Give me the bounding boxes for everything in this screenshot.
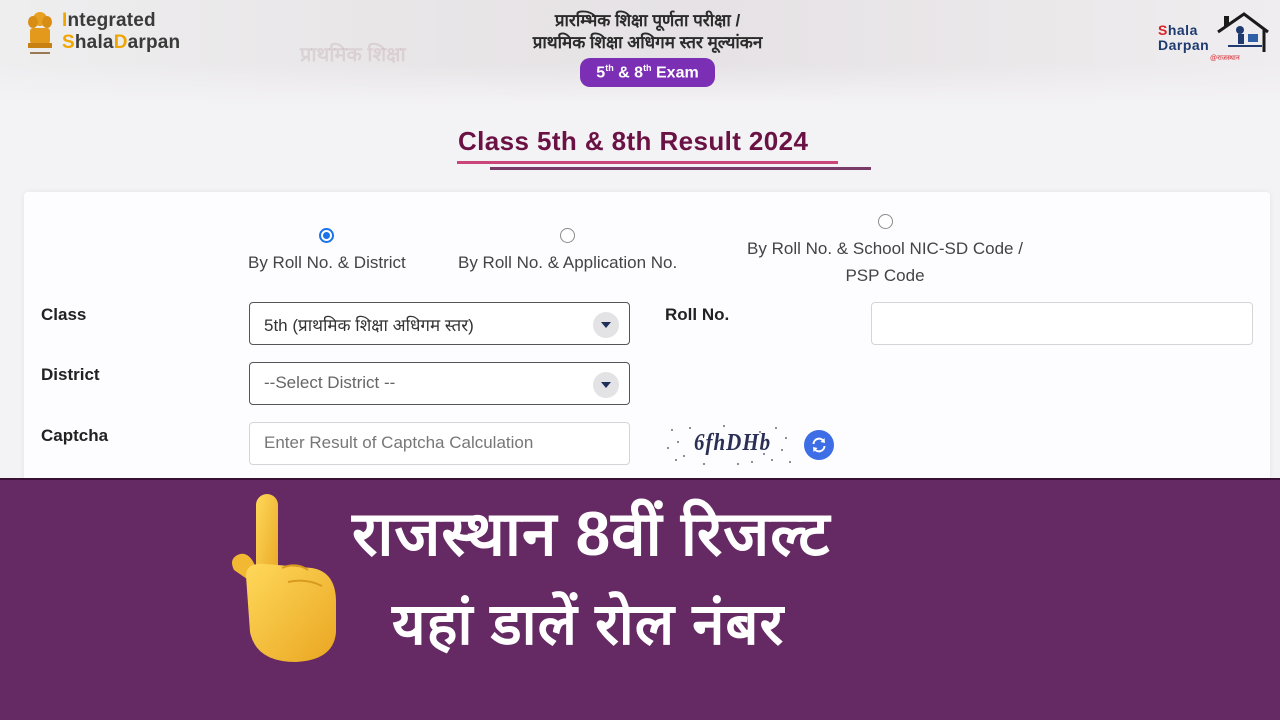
badge-exam-label: Exam: [651, 64, 699, 82]
banner-subheadline: यहां डालें रोल नंबर: [392, 592, 785, 657]
search-mode-label: By Roll No. & Application No.: [458, 253, 678, 272]
hindi-title-line-2: प्राथमिक शिक्षा अधिगम स्तर मूल्यांकन: [532, 33, 763, 52]
roll-no-input[interactable]: [871, 302, 1253, 345]
captcha-input[interactable]: Enter Result of Captcha Calculation: [249, 422, 630, 465]
radio-button[interactable]: [877, 214, 893, 229]
district-select[interactable]: --Select District --: [249, 362, 630, 405]
result-search-form: By Roll No. & District By Roll No. & App…: [24, 192, 1270, 492]
class-label: Class: [41, 305, 87, 324]
national-emblem-icon: [28, 12, 52, 54]
logo-tagline-rajasthan: @राजस्थान: [1210, 55, 1240, 62]
logo-word-arpan: arpan: [127, 32, 181, 53]
exam-badge: 5th & 8th Exam: [580, 58, 715, 88]
captcha-refresh-button[interactable]: [804, 430, 834, 460]
house-icon: [1217, 12, 1269, 52]
badge-suffix-1: th: [605, 63, 614, 73]
title-underline-secondary: [490, 167, 871, 170]
class-select-value: 5th (प्राथमिक शिक्षा अधिगम स्तर): [264, 316, 474, 335]
logo-word-hala-right: hala: [1167, 22, 1198, 38]
header-exam-title: प्रारम्भिक शिक्षा पूर्णता परीक्षा / प्रा…: [460, 10, 835, 88]
site-header: प्राथमिक शिक्षा Integrated ShalaDarpan प…: [0, 0, 1280, 104]
class-select[interactable]: 5th (प्राथमिक शिक्षा अधिगम स्तर): [249, 302, 630, 345]
district-select-value: --Select District --: [264, 373, 396, 392]
logo-letter-s: S: [62, 32, 75, 53]
captcha-image: 6fhDHb: [664, 420, 794, 468]
page-title: Class 5th & 8th Result 2024: [458, 126, 809, 156]
logo-wordmark: Integrated ShalaDarpan: [62, 10, 180, 54]
badge-class-5: 5: [596, 64, 606, 82]
logo-word-hala: hala: [74, 32, 114, 53]
roll-no-label: Roll No.: [665, 305, 730, 324]
shala-darpan-rajasthan-logo[interactable]: Shala Darpan @राजस्थान: [1158, 12, 1270, 62]
banner-headline: राजस्थान 8वीं रिजल्ट: [352, 500, 831, 569]
refresh-icon: [812, 437, 826, 453]
logo-letter-s-red: S: [1158, 22, 1168, 38]
hindi-title-line-1: प्रारम्भिक शिक्षा पूर्णता परीक्षा /: [554, 11, 741, 30]
search-mode-roll-school-code[interactable]: By Roll No. & School NIC-SD Code / PSP C…: [738, 214, 1032, 289]
logo-word-darpan: Darpan: [1158, 37, 1210, 53]
logo-letter-d: D: [113, 32, 128, 53]
radio-button-selected[interactable]: [319, 228, 335, 243]
chevron-down-icon[interactable]: [593, 372, 619, 398]
header-background-image-text: प्राथमिक शिक्षा: [300, 44, 406, 66]
search-mode-roll-application[interactable]: By Roll No. & Application No.: [458, 228, 677, 276]
logo-word-integrated: ntegrated: [67, 10, 156, 31]
captcha-label: Captcha: [41, 426, 109, 445]
chevron-down-icon[interactable]: [593, 312, 619, 338]
search-mode-roll-district[interactable]: By Roll No. & District: [248, 228, 406, 276]
title-underline-primary: [457, 161, 838, 164]
badge-suffix-2: th: [643, 63, 652, 73]
logo-word-shala: Shala: [1158, 22, 1198, 38]
search-mode-label-line-2: PSP Code: [845, 266, 925, 285]
pointing-up-hand-icon: [232, 494, 336, 662]
integrated-shaladarpan-logo[interactable]: Integrated ShalaDarpan: [24, 10, 180, 58]
badge-ampersand: &: [613, 64, 635, 82]
search-mode-label-line-1: By Roll No. & School NIC-SD Code /: [747, 239, 1023, 258]
promo-banner: राजस्थान 8वीं रिजल्ट यहां डालें रोल नंबर: [0, 478, 1280, 720]
captcha-text: 6fhDHb: [694, 428, 772, 456]
radio-button[interactable]: [560, 228, 576, 243]
search-mode-label: By Roll No. & District: [248, 253, 406, 272]
district-label: District: [41, 365, 100, 384]
badge-class-8: 8: [634, 64, 644, 82]
